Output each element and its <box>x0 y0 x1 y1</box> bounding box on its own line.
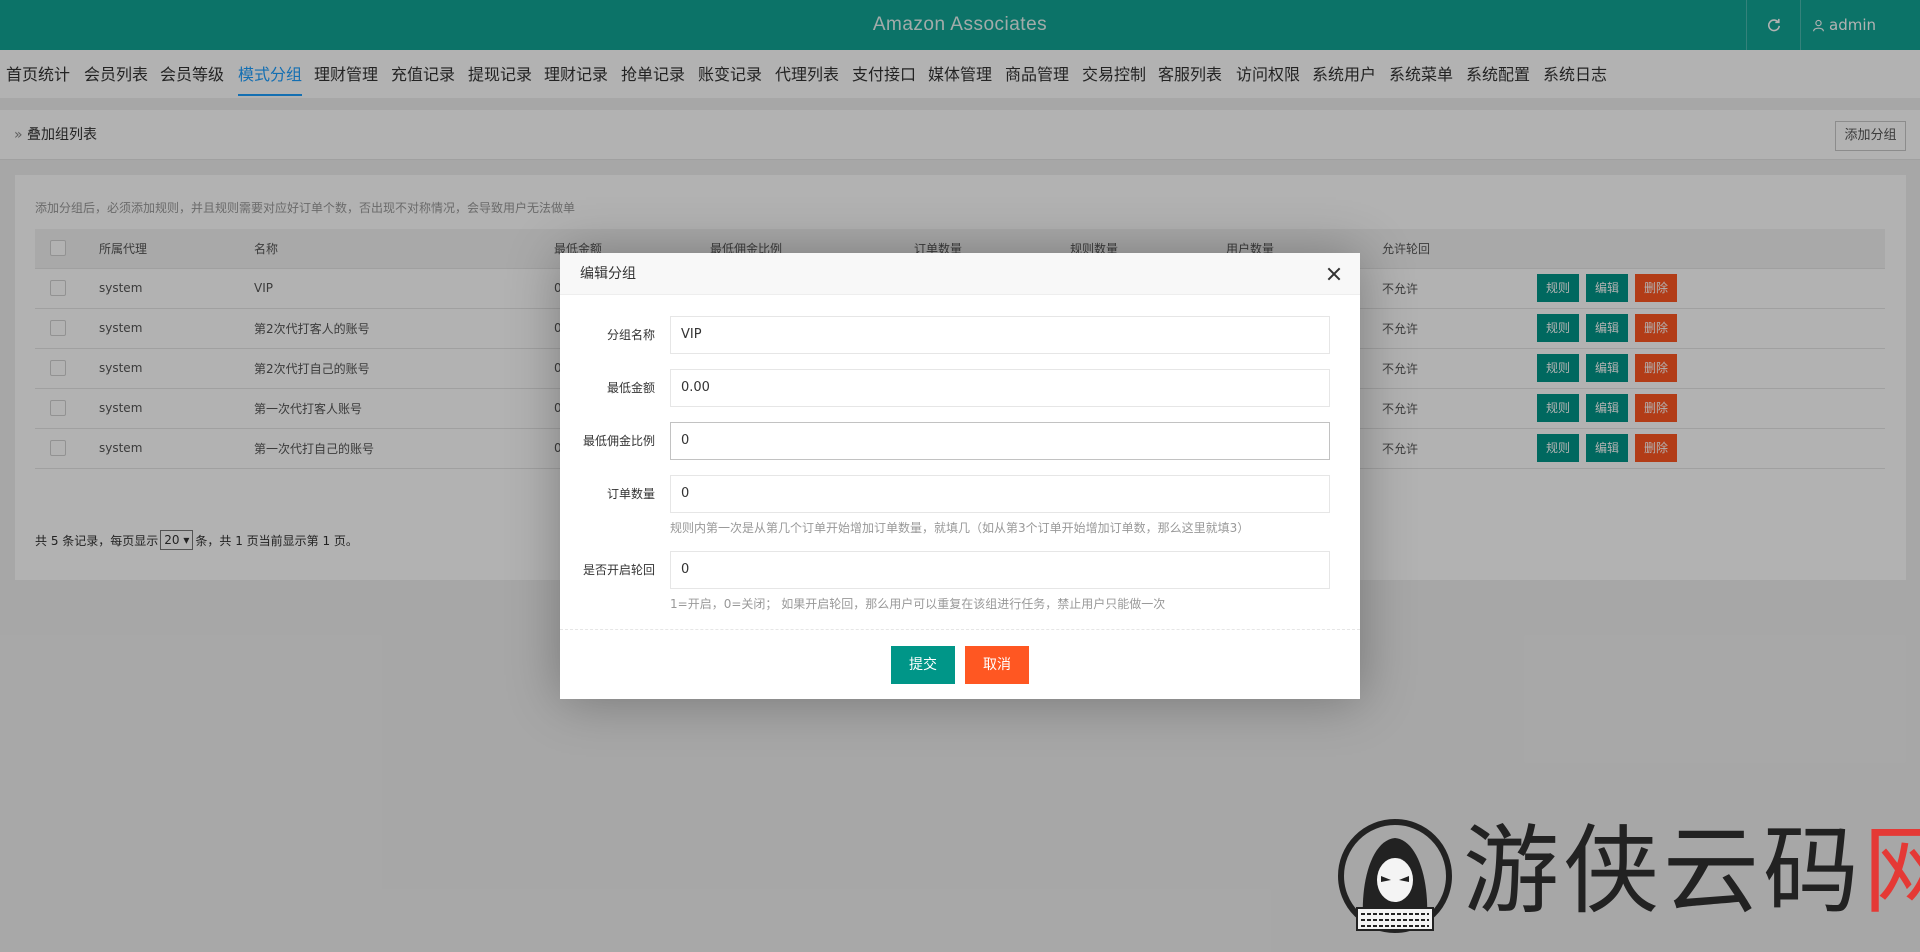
order-count-input[interactable]: 0 <box>670 475 1330 513</box>
dialog-header: 编辑分组 <box>560 253 1360 295</box>
hacker-logo-icon <box>1338 819 1452 933</box>
dialog-title: 编辑分组 <box>580 266 636 282</box>
field-label: 是否开启轮回 <box>582 563 655 577</box>
group-name-input[interactable]: VIP <box>670 316 1330 354</box>
close-icon[interactable] <box>1322 262 1346 286</box>
loop-input[interactable]: 0 <box>670 551 1330 589</box>
submit-button[interactable]: 提交 <box>891 646 955 684</box>
min-amount-input[interactable]: 0.00 <box>670 369 1330 407</box>
dialog-footer: 提交 取消 <box>560 629 1360 699</box>
cancel-button[interactable]: 取消 <box>965 646 1029 684</box>
loop-help: 1=开启，0=关闭； 如果开启轮回，那么用户可以重复在该组进行任务，禁止用户只能… <box>670 597 1166 611</box>
edit-group-dialog: 编辑分组 分组名称 VIP 最低金额 0.00 最低佣金比例 0 订单数量 0 … <box>560 253 1360 699</box>
field-label: 最低金额 <box>606 381 655 395</box>
min-commission-input[interactable]: 0 <box>670 422 1330 460</box>
order-count-help: 规则内第一次是从第几个订单开始增加订单数量，就填几（如从第3个订单开始增加订单数… <box>670 521 1250 535</box>
field-label: 分组名称 <box>606 328 655 342</box>
watermark-logo: 游侠云码网 <box>1333 812 1920 942</box>
field-label: 最低佣金比例 <box>582 434 655 448</box>
watermark-text: 游侠云码网 <box>1463 815 1920 927</box>
field-label: 订单数量 <box>606 487 655 501</box>
